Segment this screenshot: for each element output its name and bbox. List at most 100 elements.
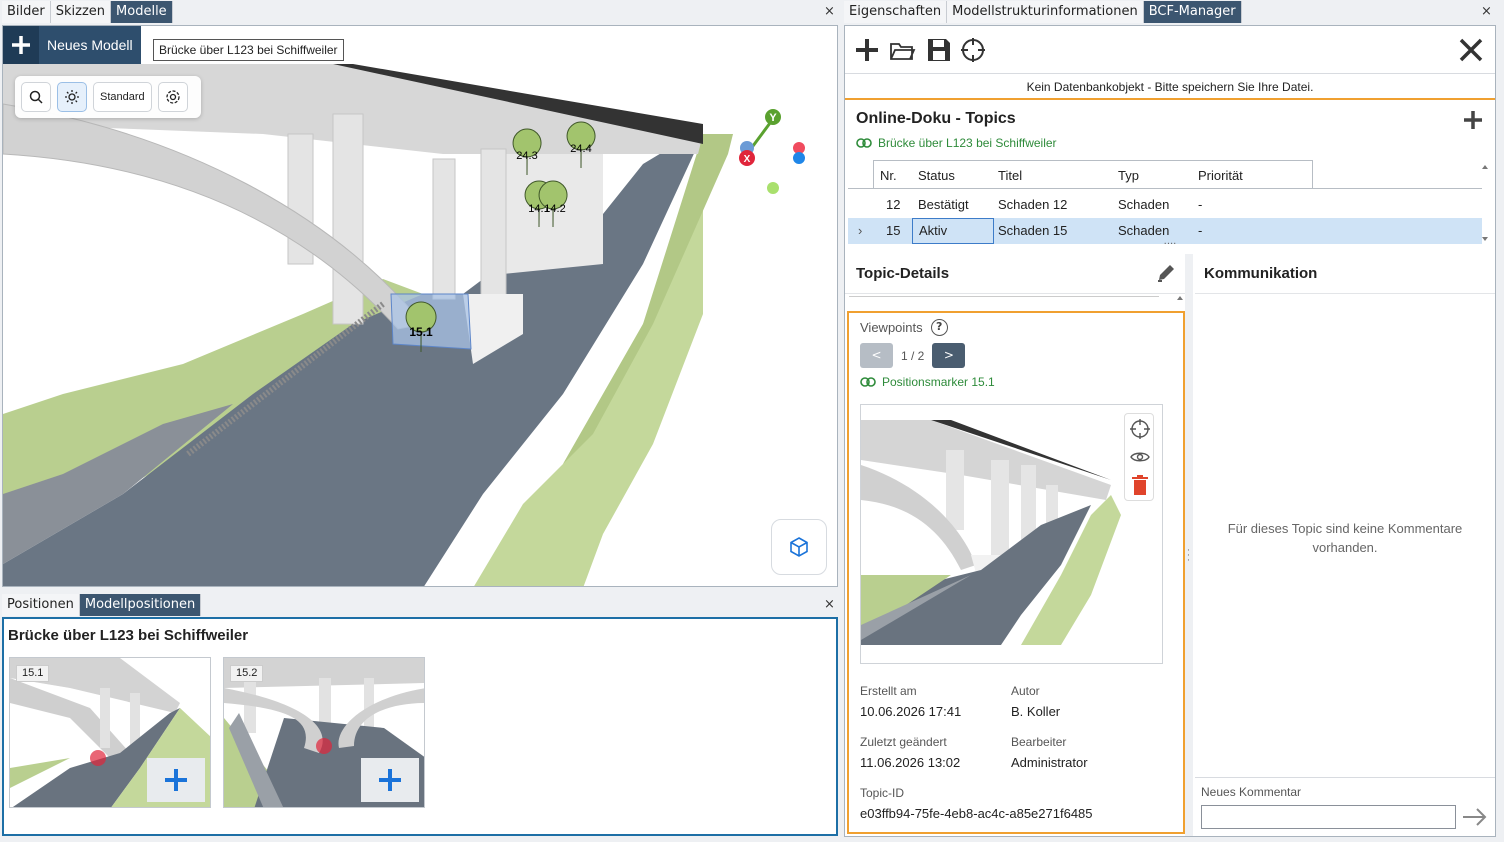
plus-icon	[3, 26, 39, 64]
editor-value: Administrator	[1011, 755, 1088, 770]
viewpoint-counter: 1 / 2	[901, 348, 925, 363]
zoom-button[interactable]	[21, 82, 51, 112]
next-viewpoint-button[interactable]: >	[932, 343, 966, 368]
tab-bcf-manager[interactable]: BCF-Manager	[1143, 1, 1242, 23]
view-cube-button[interactable]	[771, 519, 827, 575]
positions-title: Brücke über L123 bei Schiffweiler	[8, 627, 249, 644]
link-icon	[860, 377, 876, 387]
settings-button[interactable]	[157, 82, 188, 112]
view-tools: Standard	[15, 76, 201, 118]
viewpoint-link-label: Positionsmarker 15.1	[882, 375, 995, 389]
viewpoint-snapshot[interactable]	[860, 404, 1163, 664]
changed-label: Zuletzt geändert	[860, 735, 947, 749]
cell-nr: 15	[886, 223, 901, 238]
tab-positionen[interactable]: Positionen	[2, 594, 80, 616]
col-header-nr[interactable]: Nr.	[873, 160, 913, 189]
col-header-typ[interactable]: Typ	[1112, 160, 1193, 189]
lighting-button[interactable]	[57, 82, 87, 112]
tab-modelle[interactable]: Modelle	[111, 1, 173, 23]
3d-viewer[interactable]: 24.3 24.4 14.1 14.2 15.1 Y X	[3, 64, 838, 587]
standard-view-button[interactable]: Standard	[93, 82, 152, 112]
edit-icon[interactable]	[1155, 262, 1177, 287]
row-expand-icon[interactable]: ›	[852, 218, 862, 244]
model-tab[interactable]: Brücke über L123 bei Schiffweiler	[153, 39, 344, 61]
cell-typ: Schaden	[1118, 223, 1170, 238]
bcf-panel: Kein Datenbankobjekt - Bitte speichern S…	[844, 25, 1496, 837]
delete-icon[interactable]	[1131, 474, 1149, 499]
table-row[interactable]: 12 Bestätigt Schaden 12 Schaden -	[848, 192, 1482, 218]
author-value: B. Koller	[1011, 704, 1061, 719]
no-comments-text: Für dieses Topic sind keine Kommentare v…	[1227, 521, 1463, 555]
position-thumb-15-1[interactable]: 15.1	[9, 657, 211, 808]
prev-viewpoint-button[interactable]: <	[860, 343, 893, 368]
db-notice: Kein Datenbankobjekt - Bitte speichern S…	[845, 74, 1495, 100]
model-link[interactable]: Brücke über L123 bei Schiffweiler	[856, 136, 1057, 150]
crosshair-icon[interactable]	[959, 36, 987, 64]
locate-icon[interactable]	[1129, 418, 1151, 443]
tab-bilder[interactable]: Bilder	[2, 1, 51, 23]
splitter-grip[interactable]: ····	[1162, 240, 1178, 250]
add-position-button[interactable]	[147, 758, 205, 802]
close-bcf-file-icon[interactable]	[1457, 36, 1485, 64]
cell-titel: Schaden 15	[998, 223, 1068, 238]
svg-text:14.2: 14.2	[544, 203, 565, 215]
panel-splitter[interactable]: · · ·	[1185, 254, 1193, 836]
eye-icon[interactable]	[1129, 446, 1151, 471]
send-arrow-icon[interactable]	[1462, 807, 1488, 830]
tab-eigenschaften[interactable]: Eigenschaften	[844, 1, 948, 23]
comment-divider	[1195, 777, 1495, 778]
thumb-label: 15.1	[16, 665, 50, 682]
splitter-grip: · · ·	[1187, 546, 1190, 566]
changed-value: 11.06.2026 13:02	[860, 755, 961, 770]
snapshot-image	[861, 405, 1162, 663]
position-thumb-15-2[interactable]: 15.2	[223, 657, 425, 808]
cube-icon	[790, 537, 808, 557]
viewpoints-header: Viewpoints ?	[860, 319, 948, 336]
cell-titel: Schaden 12	[998, 197, 1068, 212]
details-top-line	[849, 296, 1159, 297]
viewpoints-section: Viewpoints ? < 1 / 2 > Positionsmarker 1…	[847, 311, 1185, 834]
communication-header: Kommunikation	[1195, 254, 1495, 294]
new-model-label: Neues Modell	[47, 37, 133, 53]
table-header-line	[848, 188, 1482, 189]
created-label: Erstellt am	[860, 684, 917, 698]
close-bcf-icon[interactable]: ×	[1481, 1, 1492, 23]
right-tabstrip: Eigenschaften Modellstrukturinformatione…	[844, 1, 1242, 23]
add-position-button[interactable]	[361, 758, 419, 802]
bcf-toolbar	[845, 26, 1495, 74]
left-tabstrip: Bilder Skizzen Modelle	[2, 1, 173, 23]
svg-text:24.3: 24.3	[516, 150, 537, 162]
cell-status: Bestätigt	[918, 197, 969, 212]
close-icon[interactable]: ×	[824, 1, 835, 23]
link-icon	[856, 138, 872, 148]
model-link-label: Brücke über L123 bei Schiffweiler	[878, 136, 1057, 150]
cell-nr: 12	[886, 197, 901, 212]
communication-area: Für dieses Topic sind keine Kommentare v…	[1195, 294, 1495, 776]
col-header-status[interactable]: Status	[912, 160, 993, 189]
search-icon	[29, 90, 43, 104]
add-topic-icon[interactable]	[1462, 109, 1484, 134]
tab-modellstrukturinformationen[interactable]: Modellstrukturinformationen	[947, 1, 1144, 23]
thumb-label: 15.2	[230, 665, 264, 682]
viewpoint-link[interactable]: Positionsmarker 15.1	[860, 375, 995, 389]
cell-status: Aktiv	[912, 218, 994, 244]
cell-prioritaet: -	[1198, 197, 1203, 212]
model-panel: Neues Modell Brücke über L123 bei Schiff…	[2, 25, 838, 587]
bottom-tabstrip: Positionen Modellpositionen	[2, 594, 202, 616]
created-value: 10.06.2026 17:41	[860, 704, 962, 719]
save-icon[interactable]	[925, 36, 953, 64]
new-bcf-icon[interactable]	[853, 36, 881, 64]
new-model-button[interactable]: Neues Modell	[3, 26, 141, 64]
cell-typ: Schaden	[1118, 197, 1170, 212]
open-folder-icon[interactable]	[888, 36, 916, 64]
tab-modellpositionen[interactable]: Modellpositionen	[79, 594, 202, 616]
col-header-prioritaet[interactable]: Priorität	[1192, 160, 1313, 189]
svg-text:24.4: 24.4	[570, 143, 591, 155]
gear-icon	[166, 90, 180, 104]
table-scrollbar[interactable]	[1481, 163, 1489, 243]
new-comment-input[interactable]	[1201, 805, 1456, 829]
col-header-titel[interactable]: Titel	[992, 160, 1113, 189]
close-positions-icon[interactable]: ×	[824, 594, 835, 616]
help-icon[interactable]: ?	[930, 319, 948, 336]
tab-skizzen[interactable]: Skizzen	[50, 1, 112, 23]
